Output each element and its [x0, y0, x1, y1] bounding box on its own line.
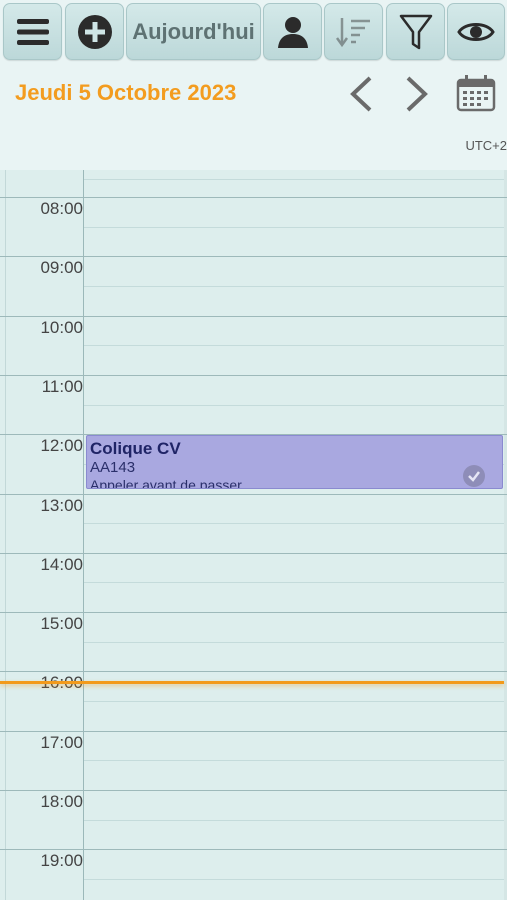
event-block[interactable]: Colique CV AA143 Appeler avant de passer [86, 435, 503, 490]
hour-label: 14:00 [40, 554, 83, 574]
hour-label: 12:00 [40, 436, 83, 456]
half-hour-line [84, 404, 504, 406]
chevron-right-icon [406, 76, 428, 112]
plus-circle-icon [77, 14, 112, 49]
half-hour-line [84, 179, 504, 181]
hour-line [0, 671, 507, 673]
add-button[interactable] [65, 3, 124, 60]
hour-line [0, 730, 507, 732]
half-hour-line [84, 760, 504, 762]
half-hour-line [84, 226, 504, 228]
hour-label: 15:00 [40, 614, 83, 634]
hour-line [0, 315, 507, 317]
half-hour-line [84, 523, 504, 525]
hour-line [0, 849, 507, 851]
view-button[interactable] [447, 3, 505, 60]
half-hour-line [84, 819, 504, 821]
hour-label: 17:00 [40, 732, 83, 752]
funnel-icon [399, 14, 432, 49]
next-day-button[interactable] [400, 74, 434, 114]
hamburger-menu-icon [16, 18, 49, 45]
user-button[interactable] [263, 3, 322, 60]
hour-label: 10:00 [40, 317, 83, 337]
hour-line [0, 256, 507, 258]
current-time-indicator [0, 681, 504, 685]
event-note: Appeler avant de passer [90, 477, 242, 490]
sort-descending-icon [335, 17, 370, 47]
hour-label: 19:00 [40, 851, 83, 871]
hour-line [0, 612, 507, 614]
today-button[interactable]: Aujourd'hui [126, 3, 261, 60]
toolbar: Aujourd'hui [0, 0, 507, 64]
hour-label: 18:00 [40, 792, 83, 811]
hour-label: 09:00 [40, 258, 83, 278]
current-date: Jeudi 5 Octobre 2023 [15, 80, 237, 105]
hour-label: 08:00 [40, 199, 83, 218]
calendar-picker-button[interactable] [456, 74, 496, 112]
half-hour-line [84, 345, 504, 347]
chevron-left-icon [350, 76, 372, 112]
half-hour-line [84, 878, 504, 880]
hour-label: 13:00 [40, 495, 83, 515]
filter-button[interactable] [386, 3, 445, 60]
hour-label: 11:00 [41, 376, 83, 396]
day-grid[interactable]: 08:00 09:00 10:00 11:00 12:00 13:00 14:00 15:00… [0, 170, 507, 900]
sort-button[interactable] [324, 3, 383, 60]
event-title: Colique CV [90, 439, 181, 459]
eye-icon [457, 22, 495, 41]
timezone-label: UTC+2 [465, 138, 507, 153]
calendar-icon [456, 75, 496, 112]
half-hour-line [84, 701, 504, 703]
hour-line [0, 493, 507, 495]
person-icon [277, 16, 308, 48]
hour-line [0, 552, 507, 554]
hour-line [0, 197, 507, 198]
menu-button[interactable] [3, 3, 62, 60]
event-code: AA143 [90, 459, 136, 477]
hour-line [0, 374, 507, 376]
half-hour-line [84, 285, 504, 287]
previous-day-button[interactable] [344, 74, 378, 114]
hour-line [0, 790, 507, 791]
today-label: Aujourd'hui [132, 18, 255, 44]
half-hour-line [84, 582, 504, 584]
half-hour-line [84, 641, 504, 643]
